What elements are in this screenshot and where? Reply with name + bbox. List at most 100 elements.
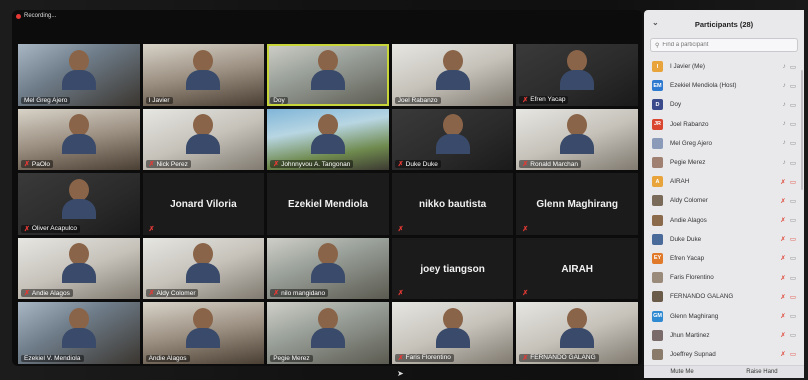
participant-name: Joeffrey Supnad [670, 350, 716, 358]
video-tile[interactable]: ✗ PaOlo [18, 108, 140, 171]
mic-muted-icon[interactable]: ✗ [780, 235, 785, 243]
tile-name-label: I Javier [145, 96, 173, 104]
video-tile[interactable]: ✗ Efren Yacap [516, 44, 638, 106]
raise-hand-button[interactable]: Raise Hand [746, 369, 777, 375]
participant-row[interactable]: GM Glenn Maghirang ✗ ▭ [644, 306, 804, 325]
mic-muted-icon[interactable]: ✗ [780, 197, 785, 205]
participant-row[interactable]: Jhun Martinez ✗ ▭ [644, 326, 804, 345]
video-tile[interactable]: Ezekiel Mendiola [267, 173, 389, 235]
mic-muted-icon[interactable]: ✗ [780, 178, 785, 186]
camera-icon[interactable]: ▭ [790, 101, 796, 109]
participant-row[interactable]: EM Ezekiel Mendiola (Host) ♪ ▭ [644, 76, 804, 95]
participant-row[interactable]: Andie Alagos ✗ ▭ [644, 211, 804, 230]
mic-icon[interactable]: ♪ [783, 82, 786, 90]
video-tile[interactable]: ✗ Andie Alagos [18, 237, 140, 300]
participant-row[interactable]: Joeffrey Supnad ✗ ▭ [644, 345, 804, 364]
participant-row[interactable]: D Doy ♪ ▭ [644, 95, 804, 114]
video-tile[interactable]: ✗ Nick Perez [142, 108, 265, 171]
participant-row[interactable]: FERNANDO GALANG ✗ ▭ [644, 287, 804, 306]
mic-muted-icon[interactable]: ✗ [780, 293, 785, 301]
video-tile[interactable]: ✗ Duke Duke [391, 108, 514, 171]
participant-video [186, 49, 221, 94]
participant-row[interactable]: Duke Duke ✗ ▭ [644, 230, 804, 249]
mute-me-button[interactable]: Mute Me [670, 369, 693, 375]
tile-big-name: nikko bautista [418, 199, 487, 211]
video-tile[interactable]: ✗ Johnnyvou A. Tangonan [267, 108, 389, 171]
mic-icon[interactable]: ♪ [783, 139, 786, 147]
mic-muted-icon: ✗ [24, 161, 30, 169]
video-tile[interactable]: Glenn Maghirang ✗ [516, 173, 638, 235]
camera-off-icon[interactable]: ▭ [790, 197, 796, 205]
participant-row[interactable]: Faris Florentino ✗ ▭ [644, 268, 804, 287]
participant-row[interactable]: II Javier (Me) ♪ ▭ [644, 57, 804, 76]
chevron-down-icon[interactable]: ⌄ [652, 18, 659, 27]
camera-off-icon[interactable]: ▭ [790, 293, 796, 301]
mic-muted-icon[interactable]: ✗ [780, 274, 785, 282]
camera-off-icon[interactable]: ▭ [790, 178, 796, 186]
video-tile[interactable]: Ezekiel V. Mendiola [18, 302, 140, 364]
video-tile[interactable]: joey tiangson ✗ [391, 237, 514, 300]
tile-mute-indicator: ✗ [395, 225, 407, 233]
video-tile[interactable]: ✗ FERNANDO GALANG [516, 302, 638, 364]
camera-off-icon[interactable]: ▭ [790, 274, 796, 282]
video-tile[interactable]: Joel Rabanzo [391, 44, 514, 106]
record-icon [16, 13, 21, 19]
camera-off-icon[interactable]: ▭ [790, 312, 796, 320]
video-tile[interactable]: nikko bautista ✗ [391, 173, 514, 235]
mic-muted-icon[interactable]: ✗ [780, 331, 785, 339]
participant-row[interactable]: Pegie Merez ♪ ▭ [644, 153, 804, 172]
participant-row[interactable]: JR Joel Rabanzo ♪ ▭ [644, 115, 804, 134]
participant-name: Ezekiel Mendiola (Host) [670, 82, 737, 90]
participant-name: FERNANDO GALANG [670, 293, 734, 301]
participant-row[interactable]: Aldy Colomer ✗ ▭ [644, 191, 804, 210]
participant-status-icons: ✗ ▭ [780, 350, 796, 358]
video-tile[interactable]: I Javier [142, 44, 265, 106]
video-tile[interactable]: ✗ Aldy Colomer [142, 237, 265, 300]
participant-search[interactable]: ⚲ [650, 38, 798, 52]
mic-muted-icon: ✗ [273, 290, 280, 298]
participant-row[interactable]: EY Efren Yacap ✗ ▭ [644, 249, 804, 268]
avatar: GM [652, 310, 663, 322]
mic-muted-icon: ✗ [522, 96, 529, 104]
camera-icon[interactable]: ▭ [790, 159, 796, 167]
camera-off-icon[interactable]: ▭ [790, 235, 796, 243]
camera-off-icon[interactable]: ▭ [790, 254, 796, 262]
participant-row[interactable]: Mel Greg Ajero ♪ ▭ [644, 134, 804, 153]
camera-icon[interactable]: ▭ [790, 63, 796, 71]
video-tile[interactable]: Mel Greg Ajero [18, 44, 140, 106]
search-input[interactable] [662, 42, 793, 48]
video-tile[interactable]: AIRAH ✗ [516, 237, 638, 300]
video-tile[interactable]: Jonard Viloria ✗ [142, 173, 265, 235]
scrollbar[interactable] [801, 70, 803, 190]
video-tile[interactable]: ✗ Faris Florentino [391, 302, 514, 364]
mic-muted-icon[interactable]: ✗ [780, 350, 785, 358]
mic-muted-icon[interactable]: ✗ [780, 254, 785, 262]
mic-icon[interactable]: ♪ [783, 63, 786, 71]
camera-icon[interactable]: ▭ [790, 82, 796, 90]
mic-icon[interactable]: ♪ [783, 120, 786, 128]
mic-muted-icon[interactable]: ✗ [780, 312, 785, 320]
participant-name: Faris Florentino [670, 274, 714, 282]
video-tile[interactable]: ✗ nilo mangidano [267, 237, 389, 300]
camera-icon[interactable]: ▭ [790, 120, 796, 128]
participant-video [61, 114, 96, 158]
video-tile[interactable]: Andie Alagos [142, 302, 265, 364]
camera-off-icon[interactable]: ▭ [790, 216, 796, 224]
tile-name-label: ✗ FERNANDO GALANG [519, 353, 599, 362]
participant-video [435, 114, 470, 158]
video-tile[interactable]: Pegie Merez [267, 302, 389, 364]
video-tile[interactable]: Doy [267, 44, 389, 106]
avatar [652, 137, 663, 149]
camera-off-icon[interactable]: ▭ [790, 350, 796, 358]
mic-icon[interactable]: ♪ [783, 101, 786, 109]
video-tile[interactable]: ✗ Oliver Acapulco [18, 173, 140, 235]
camera-icon[interactable]: ▭ [790, 139, 796, 147]
camera-off-icon[interactable]: ▭ [790, 331, 796, 339]
video-tile[interactable]: ✗ Ronald Marchan [516, 108, 638, 171]
mic-muted-icon[interactable]: ✗ [780, 216, 785, 224]
mic-icon[interactable]: ♪ [783, 159, 786, 167]
participant-video [560, 49, 595, 94]
mic-muted-icon: ✗ [522, 354, 529, 362]
tile-name-text: FERNANDO GALANG [530, 354, 596, 362]
participant-row[interactable]: A AIRAH ✗ ▭ [644, 172, 804, 191]
